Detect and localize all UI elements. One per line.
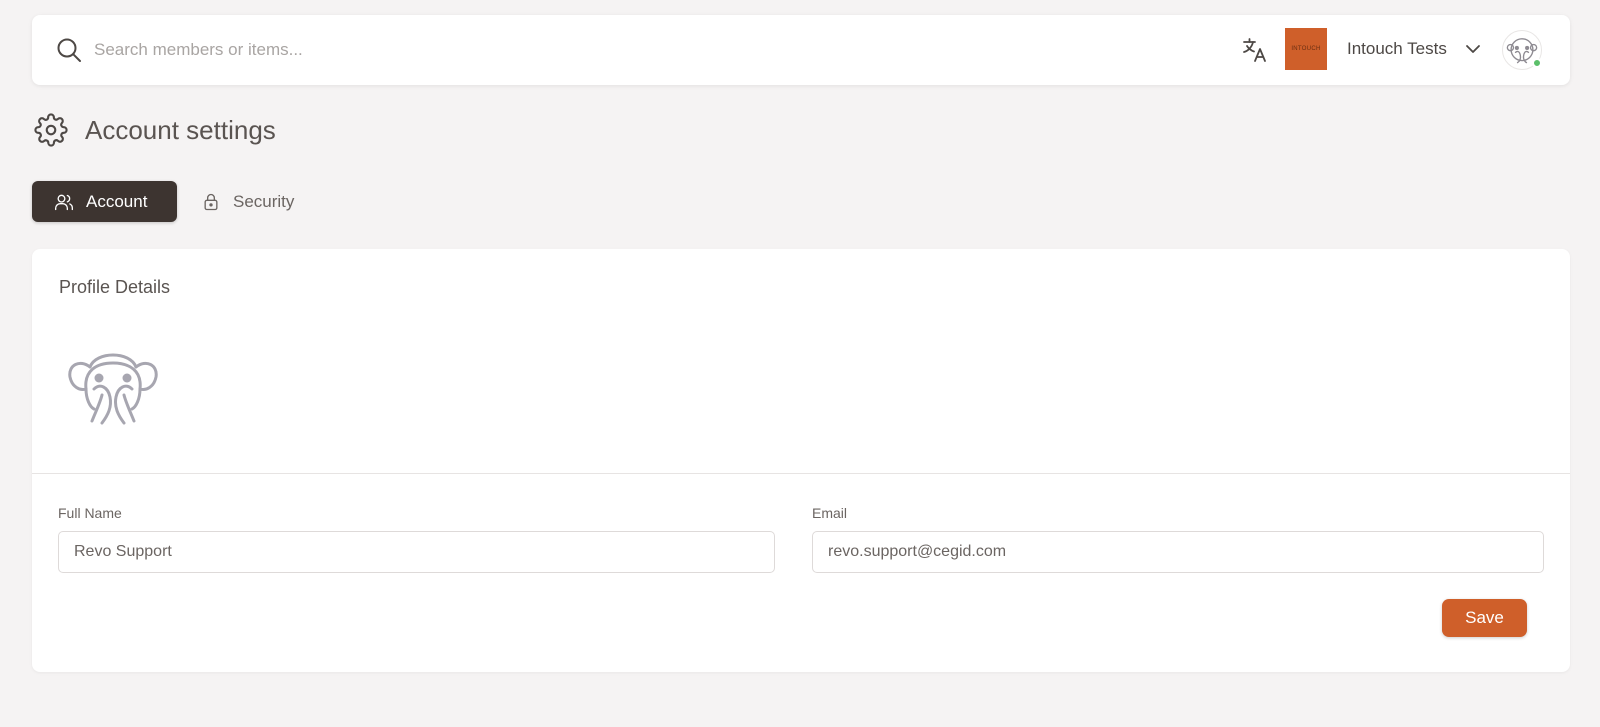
top-bar: INTOUCH Intouch Tests bbox=[32, 15, 1570, 85]
search-input[interactable] bbox=[94, 33, 794, 67]
gear-icon bbox=[34, 113, 68, 147]
full-name-label: Full Name bbox=[58, 505, 122, 521]
tab-account-label: Account bbox=[86, 191, 148, 211]
org-name[interactable]: Intouch Tests bbox=[1347, 39, 1447, 59]
page-title: Account settings bbox=[85, 114, 276, 145]
page-header: Account settings bbox=[34, 113, 276, 147]
tab-security[interactable]: Security bbox=[179, 181, 316, 222]
org-logo[interactable]: INTOUCH bbox=[1285, 28, 1327, 70]
tab-account[interactable]: Account bbox=[32, 181, 177, 222]
translate-icon[interactable] bbox=[1242, 37, 1268, 63]
tab-security-label: Security bbox=[233, 191, 295, 211]
full-name-field[interactable] bbox=[58, 531, 775, 573]
settings-tabs: Account Security bbox=[32, 181, 316, 222]
search-icon[interactable] bbox=[56, 37, 82, 63]
users-icon bbox=[55, 194, 74, 210]
divider bbox=[32, 473, 1570, 474]
lock-icon bbox=[204, 193, 218, 210]
online-status-dot bbox=[1532, 58, 1542, 68]
profile-details-card: Profile Details Full Name Email Save bbox=[32, 249, 1570, 672]
chevron-down-icon[interactable] bbox=[1464, 40, 1482, 58]
org-logo-text: INTOUCH bbox=[1291, 46, 1321, 52]
save-button[interactable]: Save bbox=[1442, 599, 1527, 637]
email-field[interactable] bbox=[812, 531, 1544, 573]
section-title: Profile Details bbox=[59, 277, 171, 297]
email-label: Email bbox=[812, 505, 848, 521]
monkey-avatar-icon[interactable] bbox=[66, 341, 160, 427]
